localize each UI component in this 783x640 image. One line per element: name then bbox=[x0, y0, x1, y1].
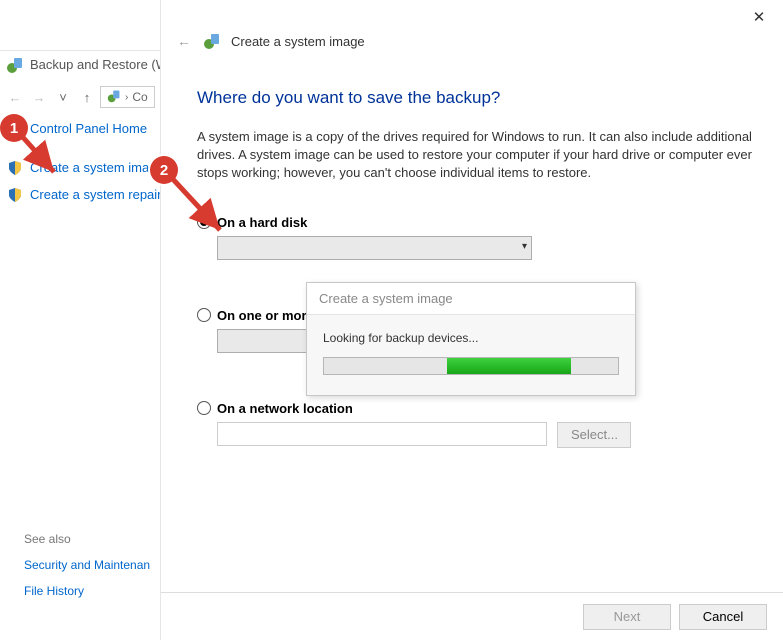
backup-restore-small-icon bbox=[107, 89, 121, 106]
create-system-image-label: Create a system image bbox=[30, 160, 164, 175]
nav-bar: ← → ˅ ↑ › Co bbox=[0, 83, 165, 111]
shield-icon bbox=[8, 161, 22, 175]
see-also-header: See also bbox=[24, 532, 150, 546]
option-dvd-label: On one or more bbox=[217, 308, 314, 323]
wizard-description: A system image is a copy of the drives r… bbox=[197, 128, 757, 183]
control-panel-title: Backup and Restore (W bbox=[0, 51, 165, 81]
shield-icon bbox=[8, 188, 22, 202]
radio-hard-disk[interactable] bbox=[197, 215, 211, 229]
progress-bar bbox=[323, 357, 619, 375]
nav-recent-chevron[interactable]: ˅ bbox=[52, 86, 74, 108]
close-button[interactable]: ✕ bbox=[745, 6, 773, 28]
scanning-dialog-title: Create a system image bbox=[307, 283, 635, 315]
wizard-footer: Next Cancel bbox=[161, 592, 783, 640]
backup-restore-icon bbox=[6, 56, 24, 74]
wizard-back-button[interactable]: ← bbox=[175, 32, 193, 50]
create-system-repair-link[interactable]: Create a system repair bbox=[30, 187, 165, 202]
wizard-title: Where do you want to save the backup? bbox=[197, 88, 757, 108]
option-network: On a network location Select... bbox=[197, 401, 757, 448]
select-button[interactable]: Select... bbox=[557, 422, 631, 448]
progress-bar-fill bbox=[447, 358, 570, 374]
security-maintenance-link[interactable]: Security and Maintenan bbox=[24, 558, 150, 572]
wizard-header: ← Create a system image bbox=[175, 32, 365, 50]
create-system-image-link[interactable]: Create a system image bbox=[30, 160, 165, 175]
option-network-label: On a network location bbox=[217, 401, 353, 416]
hard-disk-combobox[interactable]: ▾ bbox=[217, 236, 532, 260]
network-path-field[interactable] bbox=[217, 422, 547, 446]
nav-back-button[interactable]: ← bbox=[4, 86, 26, 108]
file-history-link[interactable]: File History bbox=[24, 584, 150, 598]
address-bar[interactable]: › Co bbox=[100, 86, 155, 108]
control-panel-home-link[interactable]: Control Panel Home bbox=[30, 121, 165, 136]
callout-badge-2: 2 bbox=[150, 156, 178, 184]
radio-dvd[interactable] bbox=[197, 308, 211, 322]
scanning-dialog-message: Looking for backup devices... bbox=[323, 331, 619, 345]
control-panel-title-text: Backup and Restore (W bbox=[30, 57, 168, 72]
cancel-button[interactable]: Cancel bbox=[679, 604, 767, 630]
chevron-down-icon: ▾ bbox=[522, 241, 527, 252]
wizard-header-text: Create a system image bbox=[231, 34, 365, 49]
radio-network[interactable] bbox=[197, 401, 211, 415]
scanning-dialog: Create a system image Looking for backup… bbox=[306, 282, 636, 396]
nav-forward-button[interactable]: → bbox=[28, 86, 50, 108]
address-bar-text: Co bbox=[132, 90, 147, 104]
next-button[interactable]: Next bbox=[583, 604, 671, 630]
nav-up-button[interactable]: ↑ bbox=[76, 86, 98, 108]
backup-restore-icon bbox=[203, 32, 221, 50]
see-also-section: See also Security and Maintenan File His… bbox=[24, 532, 150, 610]
callout-badge-1: 1 bbox=[0, 114, 28, 142]
option-hard-disk-label: On a hard disk bbox=[217, 215, 307, 230]
create-system-repair-label: Create a system repair bbox=[30, 187, 162, 202]
option-hard-disk: On a hard disk ▾ bbox=[197, 215, 757, 260]
